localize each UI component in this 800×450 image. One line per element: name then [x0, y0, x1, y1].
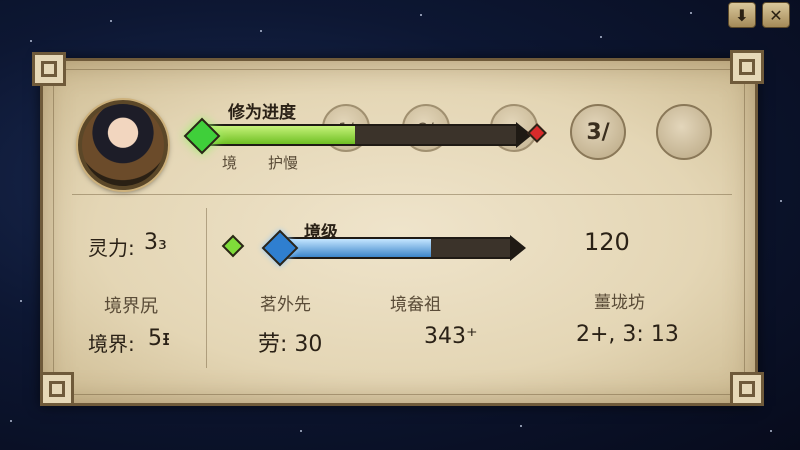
corner-ornament [730, 372, 764, 406]
star [780, 200, 782, 202]
detail-value-1: 劳: 30 [258, 332, 323, 357]
star [30, 40, 32, 42]
star [420, 14, 422, 16]
detail-header-2: 境畚祖 [390, 295, 441, 315]
detail-value-3: 2+, 3: 13 [576, 322, 679, 347]
detail-header-3: 薑垅坊 [594, 293, 645, 313]
realm-caption: 境界尻 [104, 296, 158, 317]
realm-value: 5ᵻ [148, 326, 171, 351]
detail-header-1: 茗外先 [260, 295, 311, 315]
close-icon: ✕ [769, 5, 783, 25]
star [690, 12, 692, 14]
section-divider [72, 194, 732, 195]
corner-ornament [32, 52, 66, 86]
progress-title: 修为进度 [228, 103, 296, 123]
star [520, 425, 522, 427]
star [10, 420, 12, 422]
slot-empty[interactable] [656, 104, 712, 160]
close-button[interactable]: ✕ [762, 2, 790, 28]
cultivation-progress-bar [205, 124, 518, 146]
download-arrow-icon[interactable]: ⬇ [728, 2, 756, 28]
corner-ornament [40, 372, 74, 406]
star [110, 20, 112, 22]
realm-progress-fill [284, 239, 431, 257]
column-divider [206, 208, 207, 368]
realm-progress-bar [282, 237, 512, 259]
realm-bar-value: 120 [584, 228, 630, 256]
cultivation-progress-fill [207, 126, 356, 144]
star [20, 300, 22, 302]
detail-value-2: 343⁺ [424, 324, 478, 349]
realm-arrow-tip [510, 235, 526, 261]
star [600, 36, 602, 38]
character-avatar[interactable] [78, 100, 168, 190]
realm-label: 境界: [88, 332, 135, 356]
progress-sub-2: 护慢 [268, 154, 299, 172]
star [300, 430, 302, 432]
slot-counter[interactable]: 3/ [570, 104, 626, 160]
star [260, 30, 262, 32]
corner-ornament [730, 50, 764, 84]
spirit-power-label: 灵力: [88, 236, 135, 260]
star [770, 430, 772, 432]
spirit-power-value: 3₃ [144, 230, 167, 255]
progress-sub-1: 境 [222, 154, 238, 172]
